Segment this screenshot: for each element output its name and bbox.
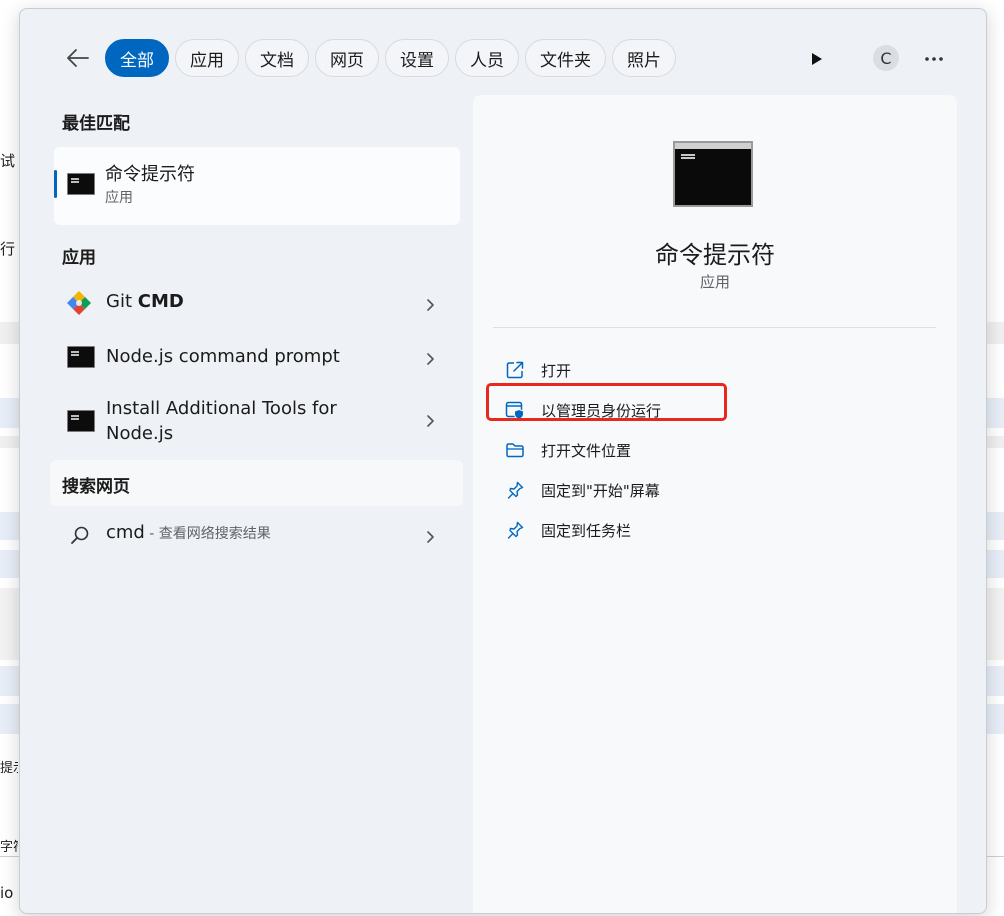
app-item-label: Node.js command prompt: [106, 346, 340, 367]
action-run-as-admin[interactable]: 以管理员身份运行: [505, 396, 905, 424]
tab-documents[interactable]: 文档: [245, 39, 309, 77]
play-icon: [812, 53, 822, 65]
action-open[interactable]: 打开: [505, 356, 905, 384]
action-pin-to-taskbar[interactable]: 固定到任务栏: [505, 516, 905, 544]
best-match-header: 最佳匹配: [62, 114, 130, 134]
folder-icon: [506, 443, 524, 458]
action-label: 固定到"开始"屏幕: [541, 481, 660, 500]
search-flyout: 全部 应用 文档 网页 设置 人员 文件夹 照片 C 最佳匹配 命令提示符 应用…: [19, 8, 987, 914]
tab-photos[interactable]: 照片: [612, 39, 676, 77]
tab-folders[interactable]: 文件夹: [525, 39, 606, 77]
console-icon: [67, 410, 95, 432]
action-label: 打开文件位置: [541, 441, 632, 460]
web-search-item[interactable]: cmd - 查看网络搜索结果: [60, 519, 450, 551]
detail-pane: 命令提示符 应用 打开 以管理员身份运行 打开文件位置 固定到"开始"屏幕 固定…: [473, 95, 957, 913]
console-icon: [67, 346, 95, 368]
tab-settings[interactable]: 设置: [385, 39, 449, 77]
web-search-query: cmd: [106, 522, 145, 543]
search-icon: [71, 526, 89, 544]
app-item-git-cmd[interactable]: Git CMD: [60, 287, 450, 319]
tab-all[interactable]: 全部: [105, 39, 169, 77]
filter-tabs: 全部 应用 文档 网页 设置 人员 文件夹 照片: [105, 39, 676, 77]
git-icon: [67, 291, 91, 315]
action-pin-to-start[interactable]: 固定到"开始"屏幕: [505, 476, 905, 504]
command-prompt-icon: [67, 173, 95, 195]
tab-web[interactable]: 网页: [315, 39, 379, 77]
app-name-prefix: Git: [106, 291, 138, 312]
best-match-subtitle: 应用: [105, 190, 133, 206]
bg-text: 提示: [0, 761, 18, 776]
action-label: 固定到任务栏: [541, 521, 632, 540]
more-options-button[interactable]: [918, 45, 950, 73]
admin-shield-icon: [505, 401, 524, 420]
best-match-title: 命令提示符: [105, 164, 195, 185]
bg-text: 试: [0, 152, 16, 170]
chevron-right-icon: [427, 353, 434, 365]
web-search-hint: - 查看网络搜索结果: [144, 526, 271, 542]
chevron-right-icon: [427, 415, 434, 427]
action-label: 以管理员身份运行: [541, 401, 662, 420]
back-button[interactable]: [60, 42, 96, 74]
bg-text: 字符: [0, 840, 18, 855]
detail-title: 命令提示符: [655, 241, 775, 269]
back-arrow-icon: [67, 49, 89, 67]
app-item-label-line2: Node.js: [106, 423, 174, 444]
pin-icon: [507, 481, 524, 499]
pin-icon: [507, 521, 524, 539]
more-tabs-button[interactable]: [803, 45, 831, 73]
avatar[interactable]: C: [873, 45, 899, 71]
open-external-icon: [506, 361, 524, 379]
selection-indicator: [54, 170, 57, 198]
app-name-bold: CMD: [137, 291, 184, 312]
app-item-nodejs-prompt[interactable]: Node.js command prompt: [60, 341, 450, 373]
web-search-text: cmd - 查看网络搜索结果: [106, 522, 271, 543]
apps-header: 应用: [62, 248, 96, 268]
bg-text: io: [0, 884, 14, 902]
chevron-right-icon: [427, 299, 434, 311]
ellipsis-icon: [925, 57, 943, 61]
detail-kind: 应用: [699, 273, 730, 291]
web-search-section: 搜索网页: [50, 460, 463, 506]
tab-people[interactable]: 人员: [455, 39, 519, 77]
command-prompt-large-icon: [673, 141, 753, 207]
detail-divider: [493, 327, 936, 328]
app-item-label: Git CMD: [106, 289, 184, 314]
action-label: 打开: [541, 361, 572, 380]
action-open-file-location[interactable]: 打开文件位置: [505, 436, 905, 464]
chevron-right-icon: [427, 531, 434, 543]
best-match-item[interactable]: 命令提示符 应用: [54, 147, 460, 225]
app-item-label-line1: Install Additional Tools for: [106, 398, 337, 419]
web-search-header: 搜索网页: [62, 477, 130, 497]
app-item-nodejs-tools[interactable]: Install Additional Tools for Node.js: [60, 393, 450, 449]
bg-text: 行: [0, 240, 16, 258]
tab-apps[interactable]: 应用: [175, 39, 239, 77]
